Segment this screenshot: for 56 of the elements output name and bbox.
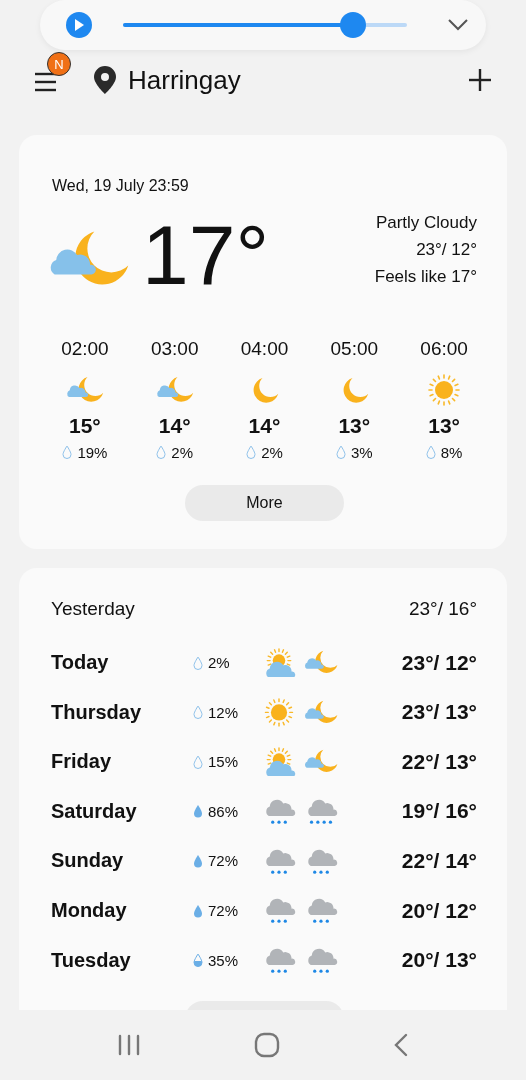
day-name: Tuesday bbox=[51, 948, 132, 972]
location-pin-icon bbox=[92, 65, 118, 95]
precipitation-chance: 35% bbox=[208, 951, 239, 969]
play-icon bbox=[73, 18, 85, 32]
precipitation-chance: 2% bbox=[208, 654, 230, 672]
date-time: Wed, 19 July 23:59 bbox=[52, 177, 190, 195]
precipitation-chance: 86% bbox=[208, 802, 239, 820]
home-icon[interactable] bbox=[254, 1032, 280, 1058]
day-name: Today bbox=[51, 651, 110, 675]
precipitation-chance: 2% bbox=[261, 443, 283, 461]
high-low-temperature: 23°/ 12° bbox=[400, 650, 477, 675]
recent-apps-icon[interactable] bbox=[116, 1034, 141, 1056]
hour-time: 02:00 bbox=[61, 337, 109, 360]
hour-time: 06:00 bbox=[420, 337, 468, 360]
location-name: Harringay bbox=[128, 64, 242, 96]
hour-temperature: 15° bbox=[69, 413, 101, 438]
hour-temperature: 13° bbox=[428, 413, 460, 438]
hour-time: 05:00 bbox=[330, 337, 379, 360]
day-name: Yesterday bbox=[51, 597, 135, 620]
day-name: Sunday bbox=[51, 849, 125, 873]
precipitation-chance: 3% bbox=[350, 443, 373, 461]
condition-text: Partly Cloudy bbox=[375, 213, 477, 233]
precipitation-chance: 8% bbox=[440, 443, 463, 461]
precipitation-chance: 2% bbox=[171, 443, 194, 461]
high-low-temperature: 23°/ 16° bbox=[408, 597, 477, 620]
high-low-temperature: 22°/ 13° bbox=[400, 749, 477, 774]
feels-like-text: Feels like 17° bbox=[374, 267, 477, 287]
day-name: Saturday bbox=[51, 799, 138, 823]
high-low-temperature: 20°/ 12° bbox=[400, 898, 477, 923]
hour-temperature: 14° bbox=[248, 413, 281, 438]
more-button[interactable]: More bbox=[185, 484, 344, 521]
notification-badge: N bbox=[47, 52, 71, 76]
high-low-temperature: 19°/ 16° bbox=[400, 799, 477, 824]
chevron-down-icon[interactable] bbox=[448, 19, 468, 31]
hour-time: 03:00 bbox=[150, 337, 199, 360]
precipitation-chance: 19% bbox=[77, 443, 108, 461]
day-name: Thursday bbox=[51, 700, 143, 724]
precipitation-chance: 15% bbox=[208, 753, 239, 771]
hour-time: 04:00 bbox=[240, 337, 289, 360]
play-button[interactable] bbox=[66, 12, 92, 38]
hour-temperature: 14° bbox=[158, 413, 191, 438]
high-low-temperature: 23°/ 12° bbox=[416, 240, 477, 260]
slider-thumb[interactable] bbox=[340, 12, 367, 38]
menu-icon[interactable] bbox=[34, 71, 58, 93]
add-icon[interactable] bbox=[468, 68, 492, 92]
high-low-temperature: 20°/ 13° bbox=[400, 948, 477, 973]
day-name: Friday bbox=[51, 750, 113, 774]
high-low-temperature: 22°/ 14° bbox=[400, 848, 477, 873]
precipitation-chance: 72% bbox=[208, 852, 239, 870]
day-name: Monday bbox=[51, 899, 128, 923]
precipitation-chance: 12% bbox=[208, 703, 239, 721]
hour-temperature: 13° bbox=[338, 413, 371, 438]
precipitation-chance: 72% bbox=[208, 902, 239, 920]
back-icon[interactable] bbox=[393, 1033, 410, 1057]
high-low-temperature: 23°/ 13° bbox=[400, 700, 477, 725]
current-temperature: 17° bbox=[142, 213, 271, 297]
